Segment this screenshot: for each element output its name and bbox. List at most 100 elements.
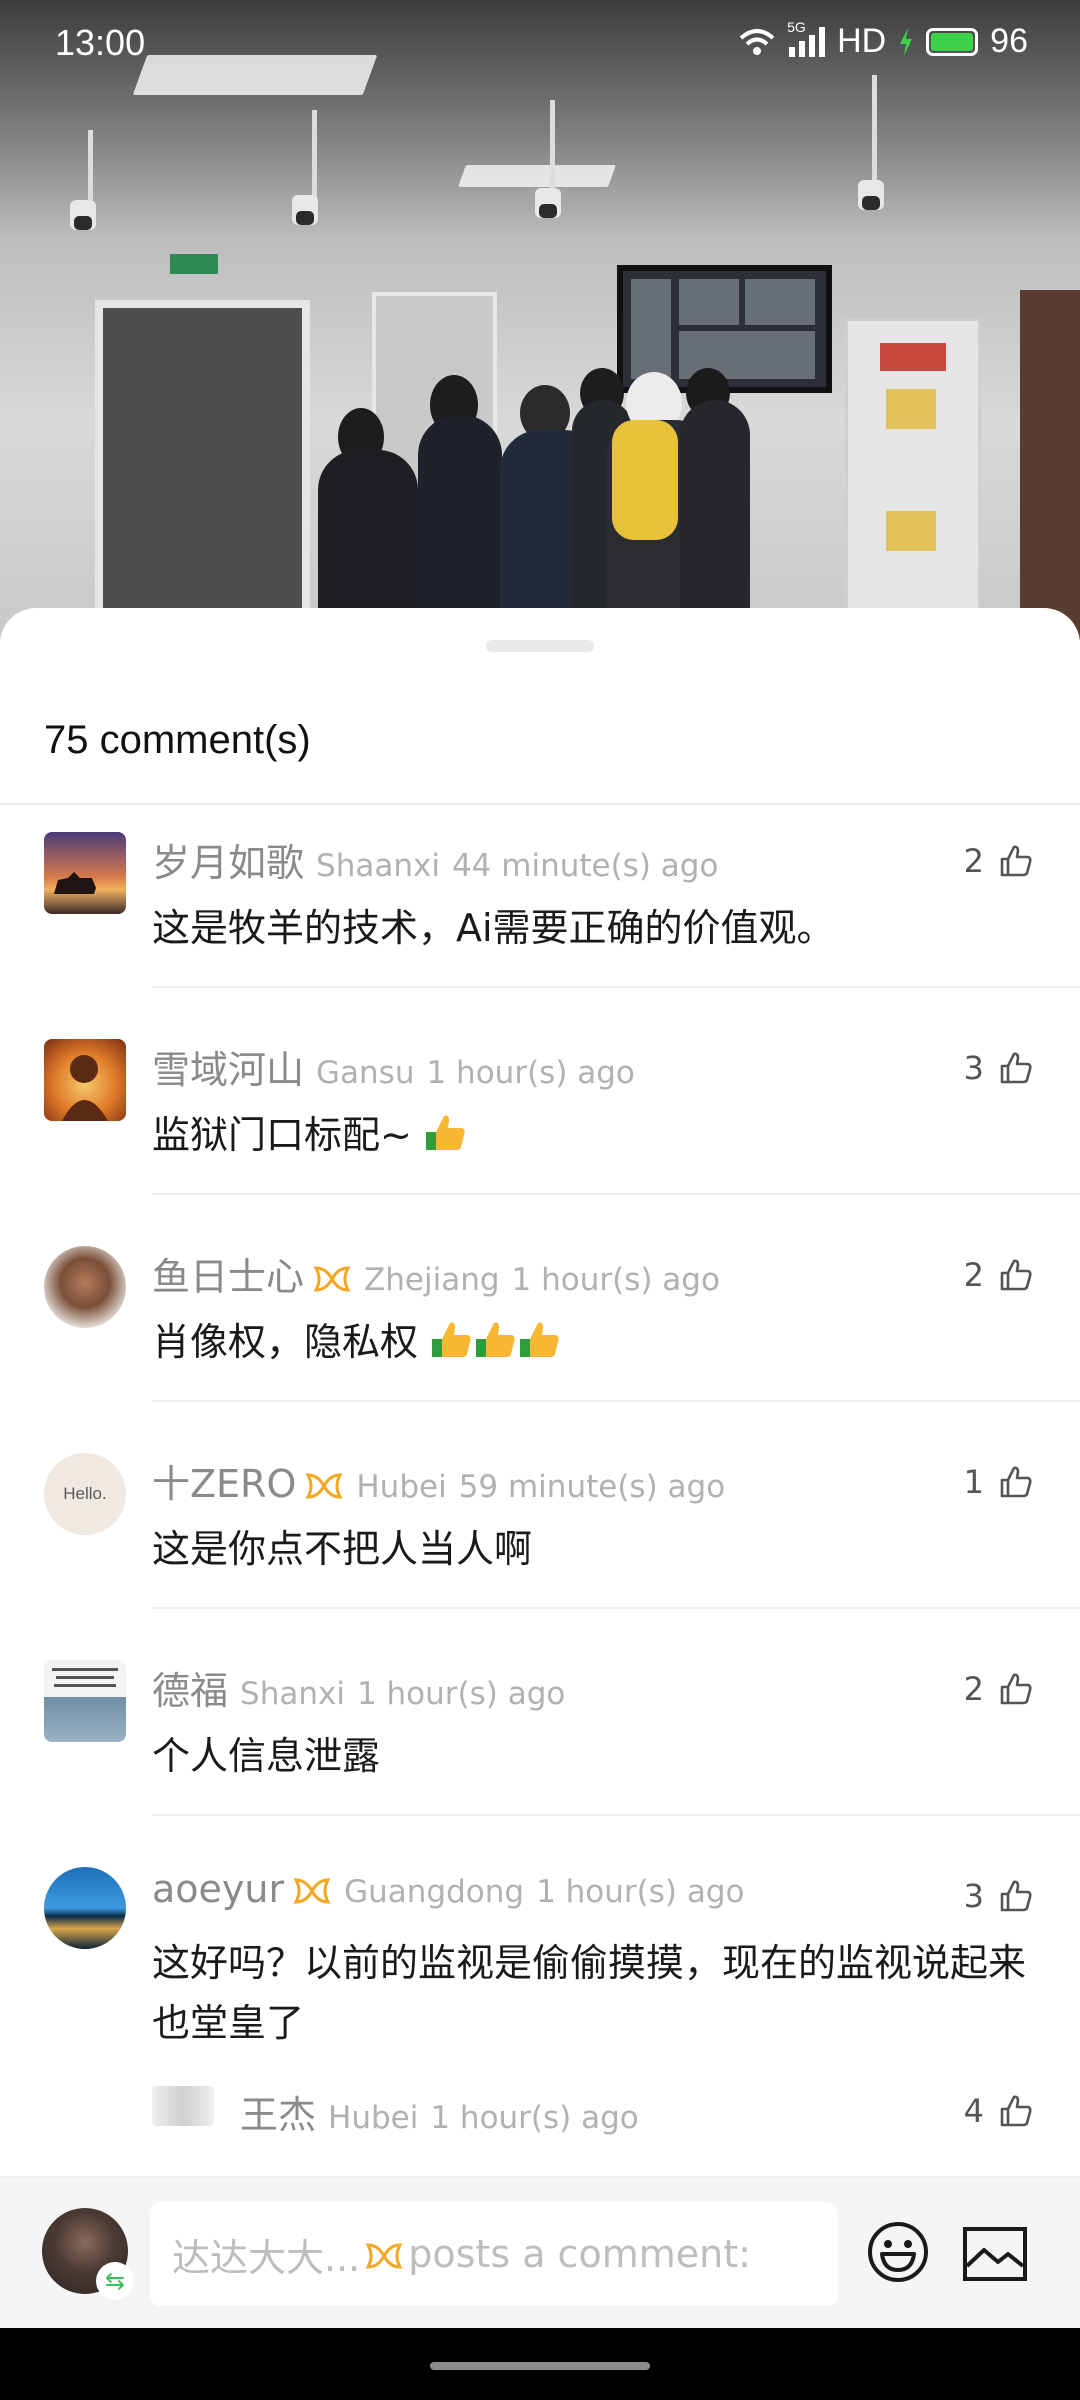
battery-level: 96 <box>990 22 1028 60</box>
comment-header: 德福 Shanxi 1 hour(s) ago <box>152 1660 565 1715</box>
region: Hubei <box>356 1469 447 1505</box>
username[interactable]: 鱼日士心 <box>152 1246 304 1301</box>
my-avatar[interactable]: ⇆ <box>42 2208 134 2300</box>
divider <box>152 1814 1080 1816</box>
placeholder-user: 达达大大... <box>172 2235 361 2280</box>
thumbs-up-icon <box>1000 1673 1032 1705</box>
comment-count: 75 comment(s) <box>44 718 311 762</box>
like-count: 2 <box>963 842 984 880</box>
screen: 13:00 5G HD 96 75 comment(s) 岁月如歌 Shaanx… <box>0 0 1080 2400</box>
like-button[interactable]: 2 <box>964 842 1034 880</box>
comment-header: aoeyur Guangdong 1 hour(s) ago <box>152 1867 745 1911</box>
like-button[interactable]: 3 <box>964 1877 1034 1915</box>
comment-input[interactable]: 达达大大... posts a comment: <box>150 2202 838 2306</box>
person <box>680 400 750 640</box>
reply-header: 王杰 Hubei 1 hour(s) ago <box>240 2084 639 2139</box>
region: Guangdong <box>344 1874 525 1910</box>
cellular-signal-icon: 5G <box>787 19 826 57</box>
like-button[interactable]: 1 <box>964 1463 1034 1501</box>
smiley-icon[interactable] <box>866 2220 930 2284</box>
camera-icon <box>858 180 884 210</box>
like-count: 4 <box>963 2092 984 2130</box>
comment-input-bar: ⇆ 达达大大... posts a comment: <box>0 2176 1080 2328</box>
divider <box>152 1193 1080 1195</box>
thumbs-up-icon <box>1000 845 1032 877</box>
username[interactable]: aoeyur <box>152 1867 284 1911</box>
avatar[interactable] <box>44 832 126 914</box>
like-count: 3 <box>963 1877 984 1915</box>
avatar[interactable] <box>44 1246 126 1328</box>
status-bar: 13:00 5G HD 96 <box>0 0 1080 90</box>
comment-header: 雪域河山 Gansu 1 hour(s) ago <box>152 1039 635 1094</box>
switch-account-icon[interactable]: ⇆ <box>96 2262 134 2300</box>
comment-text: 这是你点不把人当人啊 <box>152 1527 533 1571</box>
image-icon[interactable] <box>962 2226 1028 2282</box>
camera-pole <box>872 75 877 185</box>
camera-icon <box>535 188 561 218</box>
drag-handle[interactable] <box>486 640 594 652</box>
home-indicator[interactable] <box>430 2362 650 2370</box>
timestamp: 1 hour(s) ago <box>356 1676 566 1712</box>
username[interactable]: 王杰 <box>240 2084 316 2139</box>
system-navigation-bar <box>0 2328 1080 2400</box>
thumbs-up-icon <box>1000 1259 1032 1291</box>
comment-header: 鱼日士心 Zhejiang 1 hour(s) ago <box>152 1246 720 1301</box>
video-frame[interactable] <box>0 0 1080 640</box>
divider <box>152 986 1080 988</box>
doorway <box>95 300 310 630</box>
like-button[interactable]: 2 <box>964 1670 1034 1708</box>
timestamp: 59 minute(s) ago <box>458 1469 726 1505</box>
charging-bolt-icon <box>900 27 913 56</box>
username[interactable]: 岁月如歌 <box>152 832 304 887</box>
battery-icon <box>926 27 979 56</box>
ceiling-light <box>457 165 617 187</box>
like-button[interactable]: 3 <box>964 1049 1034 1087</box>
avatar-text: Hello. <box>63 1484 107 1503</box>
camera-pole <box>88 130 93 200</box>
comment-text: 这好吗？以前的监视是偷偷摸摸，现在的监视说起来也堂皇了 <box>152 1941 1027 2045</box>
thumbs-up-icon <box>1000 1880 1032 1912</box>
network-type: 5G <box>787 18 806 35</box>
comment-header: 十ZERO Hubei 59 minute(s) ago <box>152 1453 725 1508</box>
thumbs-up-emoji-icon <box>476 1322 515 1357</box>
thumbs-up-emoji-icon <box>432 1322 471 1357</box>
fire-hydrant-cabinet <box>845 318 981 640</box>
comment-text-content: 肖像权，隐私权 <box>152 1320 419 1364</box>
timestamp: 1 hour(s) ago <box>511 1262 720 1298</box>
divider <box>0 803 1080 805</box>
thumbs-up-emoji-icon <box>520 1322 559 1357</box>
vip-badge-icon <box>305 1473 343 1499</box>
comment-header: 岁月如歌 Shaanxi 44 minute(s) ago <box>152 832 718 887</box>
camera-icon <box>292 195 318 225</box>
region: Zhejiang <box>364 1262 500 1298</box>
timestamp: 1 hour(s) ago <box>536 1874 745 1910</box>
avatar[interactable] <box>44 1660 126 1742</box>
avatar[interactable] <box>44 1867 126 1949</box>
region: Hubei <box>328 2100 419 2136</box>
vip-badge-icon <box>313 1266 351 1292</box>
like-button[interactable]: 4 <box>964 2092 1034 2130</box>
timestamp: 44 minute(s) ago <box>451 848 719 884</box>
person <box>418 415 502 640</box>
vip-badge-icon <box>365 2243 403 2269</box>
region: Shanxi <box>240 1676 345 1712</box>
comment-text: 肖像权，隐私权 <box>152 1312 1042 1372</box>
status-time: 13:00 <box>55 22 146 63</box>
reply-avatar[interactable] <box>152 2086 214 2126</box>
username[interactable]: 十ZERO <box>152 1453 296 1508</box>
camera-icon <box>70 200 96 230</box>
wall-panel <box>1020 290 1080 640</box>
username[interactable]: 德福 <box>152 1660 228 1715</box>
like-count: 1 <box>963 1463 984 1501</box>
like-count: 3 <box>963 1049 984 1087</box>
avatar[interactable]: Hello. <box>44 1453 126 1535</box>
exit-sign <box>170 254 218 274</box>
region: Gansu <box>316 1055 415 1091</box>
timestamp: 1 hour(s) ago <box>426 1055 635 1091</box>
like-count: 2 <box>963 1670 984 1708</box>
avatar[interactable] <box>44 1039 126 1121</box>
username[interactable]: 雪域河山 <box>152 1039 304 1094</box>
wifi-icon <box>739 28 775 55</box>
camera-pole <box>550 100 555 190</box>
like-button[interactable]: 2 <box>964 1256 1034 1294</box>
